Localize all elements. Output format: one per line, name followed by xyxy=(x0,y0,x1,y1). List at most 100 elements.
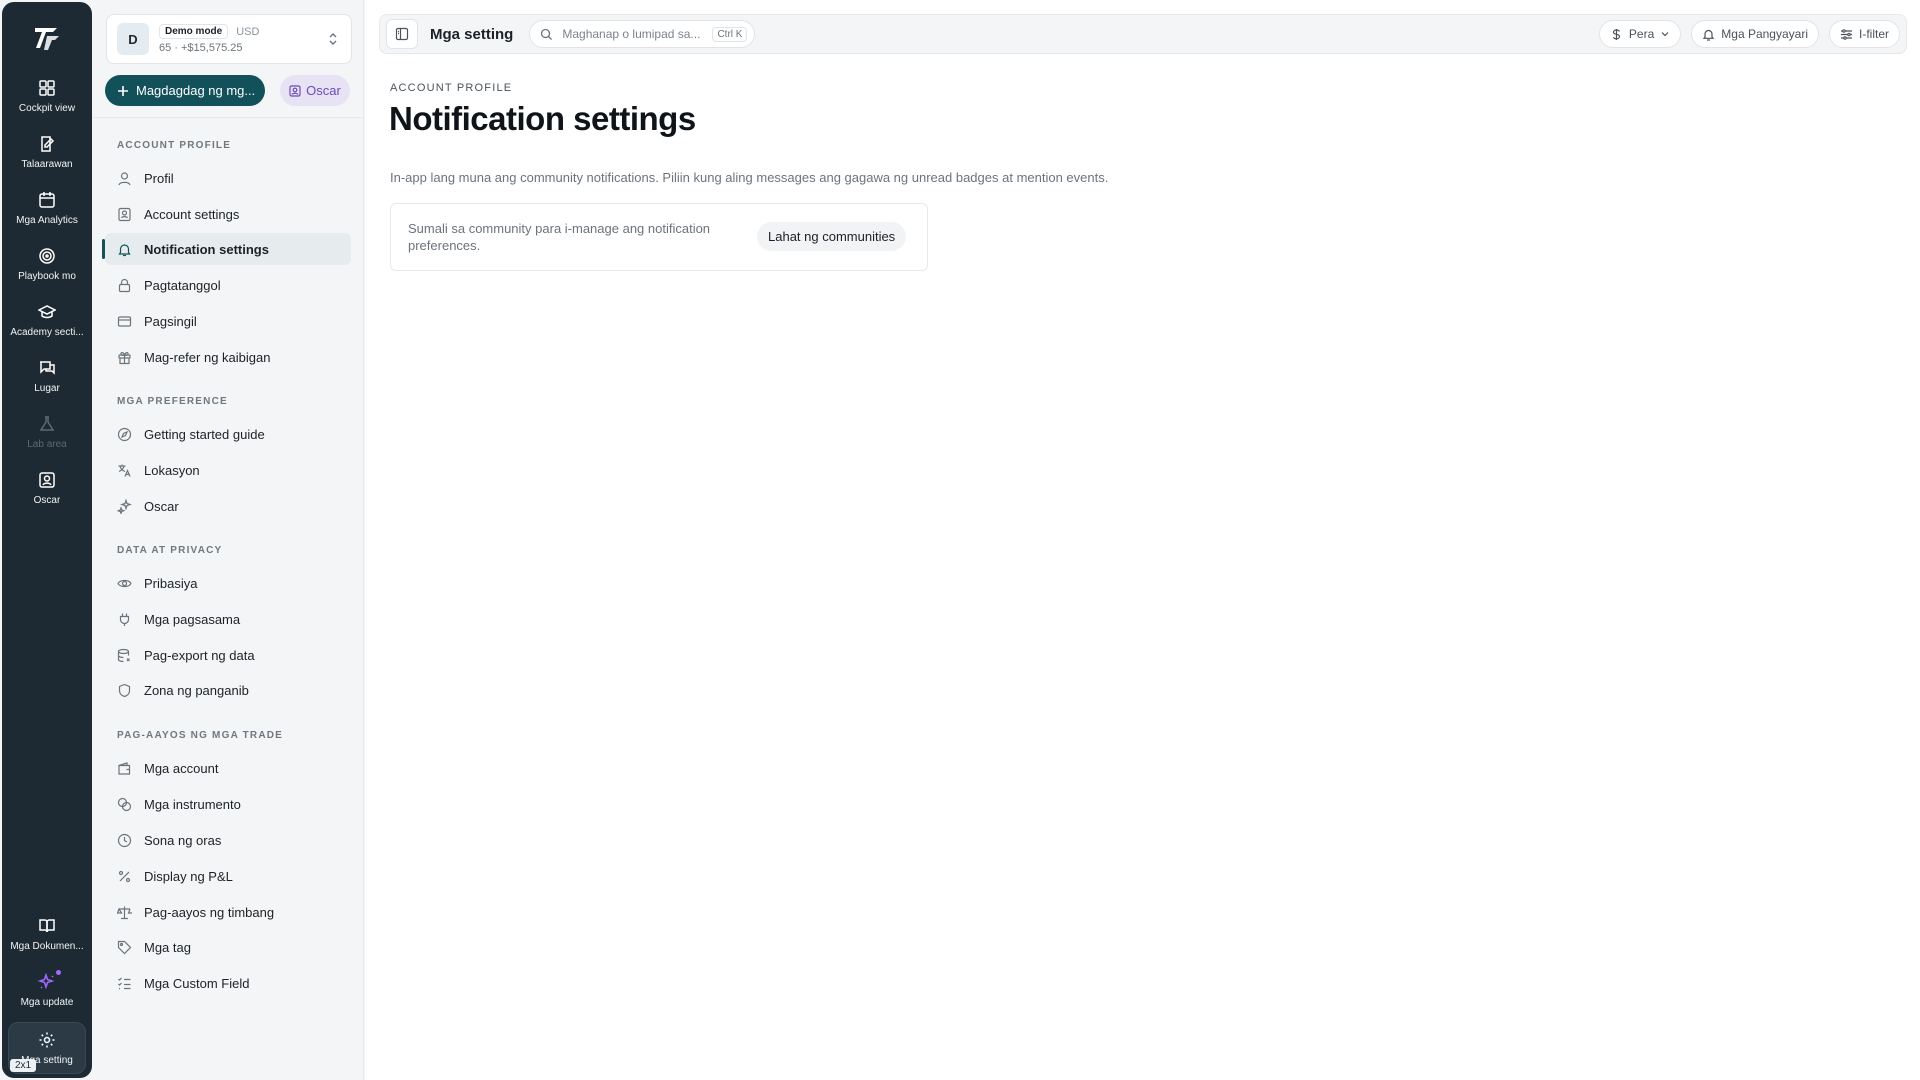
sidebar-item-oscar[interactable]: Oscar xyxy=(105,490,351,522)
top-bar-actions: Pera Mga Pangyayari I-filter xyxy=(1598,20,1900,48)
settings-sidebar: D Demo mode USD 65 · +$15,575.25 Magdagd… xyxy=(92,0,364,1080)
sidebar-item-time-zone[interactable]: Sona ng oras xyxy=(105,824,351,856)
gift-icon xyxy=(118,351,131,364)
sidebar-item-pribasiya[interactable]: Pribasiya xyxy=(105,567,351,599)
sidebar-item-label: Mga instrumento xyxy=(144,796,241,812)
sidebar-item-instruments[interactable]: Mga instrumento xyxy=(105,788,351,820)
rail-item-oscar[interactable]: Oscar xyxy=(4,460,90,516)
sidebar-item-label: Pag-aayos ng timbang xyxy=(144,904,275,920)
rail-item-playbook[interactable]: Playbook mo xyxy=(4,236,90,292)
demo-mode-badge: Demo mode xyxy=(159,24,229,39)
rail-item-lab-area[interactable]: Lab area xyxy=(4,404,90,460)
app-logo-icon[interactable] xyxy=(31,22,63,54)
sidebar-item-lokasyon[interactable]: Lokasyon xyxy=(105,454,351,486)
rail-item-label: Oscar xyxy=(33,494,61,506)
icon-rail: Cockpit view Talaarawan Mga Analytics Pl… xyxy=(2,2,92,1078)
sidebar-item-label: Display ng P&L xyxy=(144,868,233,884)
tag-icon xyxy=(117,940,132,954)
rail-item-label: Playbook mo xyxy=(18,270,76,282)
oscar-label: Oscar xyxy=(306,83,341,98)
all-communities-button[interactable]: Lahat ng communities xyxy=(757,222,907,251)
rail-item-analytics[interactable]: Mga Analytics xyxy=(4,180,90,236)
plus-icon xyxy=(118,85,128,96)
sidebar-item-pnl-display[interactable]: Display ng P&L xyxy=(105,860,351,892)
sidebar-divider xyxy=(92,117,364,118)
sidebar-item-notification-settings[interactable]: Notification settings xyxy=(102,233,351,265)
rail-item-updates[interactable]: Mga update xyxy=(4,962,90,1018)
search-input[interactable]: Maghanap o lumipad sa... Ctrl K xyxy=(529,20,756,48)
sidebar-item-data-export[interactable]: Pag-export ng data xyxy=(105,639,351,671)
database-export-icon xyxy=(117,648,130,662)
rail-item-label: Mga update xyxy=(20,996,74,1008)
sidebar-item-custom-fields[interactable]: Mga Custom Field xyxy=(105,967,351,999)
sidebar-item-danger-zone[interactable]: Zona ng panganib xyxy=(105,674,351,706)
page-description: In-app lang muna ang community notificat… xyxy=(390,170,1109,185)
wallet-icon xyxy=(118,761,131,775)
sidebar-item-label: Mag-refer ng kaibigan xyxy=(144,349,271,365)
flask-icon xyxy=(39,415,55,431)
scale-icon xyxy=(117,906,132,919)
events-button[interactable]: Mga Pangyayari xyxy=(1691,20,1819,48)
sidebar-item-pagtatanggol[interactable]: Pagtatanggol xyxy=(105,269,351,301)
rail-item-talaarawan[interactable]: Talaarawan xyxy=(4,124,90,180)
sidebar-item-account-settings[interactable]: Account settings xyxy=(105,198,351,230)
filter-button[interactable]: I-filter xyxy=(1829,20,1900,48)
sidebar-item-tags[interactable]: Mga tag xyxy=(105,931,351,963)
breadcrumb: ACCOUNT PROFILE xyxy=(390,82,513,94)
sidebar-toggle-button[interactable] xyxy=(386,19,418,49)
rail-item-academy[interactable]: Academy secti... xyxy=(4,292,90,348)
sidebar-item-getting-started[interactable]: Getting started guide xyxy=(105,418,351,450)
sidebar-item-pagsasama[interactable]: Mga pagsasama xyxy=(105,603,351,635)
rail-item-label: Talaarawan xyxy=(21,158,73,170)
oscar-icon xyxy=(289,84,301,97)
main-content: Mga setting Maghanap o lumipad sa... Ctr… xyxy=(365,0,1920,1080)
rail-item-lugar[interactable]: Lugar xyxy=(4,348,90,404)
sidebar-item-label: Mga pagsasama xyxy=(144,611,241,627)
events-label: Mga Pangyayari xyxy=(1721,27,1808,41)
chat-icon xyxy=(40,360,55,375)
sidebar-item-label: Getting started guide xyxy=(144,426,265,442)
page-header-title: Mga setting xyxy=(430,25,514,43)
graduation-cap-icon xyxy=(38,304,56,318)
search-icon xyxy=(541,28,553,40)
rail-item-cockpit-view[interactable]: Cockpit view xyxy=(4,68,90,124)
section-title-preference: MGA PREFERENCE xyxy=(117,396,228,407)
calendar-icon xyxy=(39,191,55,208)
coins-icon xyxy=(117,797,132,811)
oscar-button[interactable]: Oscar xyxy=(280,75,350,106)
rail-item-label: Mga Dokumen... xyxy=(10,940,84,952)
plug-icon xyxy=(119,613,130,626)
add-trade-label: Magdagdag ng mg... xyxy=(136,83,256,98)
filter-label: I-filter xyxy=(1859,27,1889,41)
sidebar-item-label: Pagtatanggol xyxy=(144,277,221,293)
journal-icon xyxy=(41,135,55,152)
search-placeholder: Maghanap o lumipad sa... xyxy=(562,27,701,41)
sidebar-item-label: Mga Custom Field xyxy=(144,975,250,991)
sidebar-item-pagsingil[interactable]: Pagsingil xyxy=(105,305,351,337)
credit-card-icon xyxy=(117,315,132,327)
sidebar-item-label: Pagsingil xyxy=(144,313,197,329)
chevron-up-down-icon xyxy=(329,33,337,45)
sidebar-item-profil[interactable]: Profil xyxy=(105,162,351,194)
sidebar-item-weight-settings[interactable]: Pag-aayos ng timbang xyxy=(105,896,351,928)
account-balance: 65 · +$15,575.25 xyxy=(159,42,243,54)
add-trade-button[interactable]: Magdagdag ng mg... xyxy=(105,75,265,106)
account-switcher[interactable]: D Demo mode USD 65 · +$15,575.25 xyxy=(106,14,352,64)
top-bar: Mga setting Maghanap o lumipad sa... Ctr… xyxy=(379,14,1907,54)
sidebar-item-accounts[interactable]: Mga account xyxy=(105,752,351,784)
rail-item-documentation[interactable]: Mga Dokumen... xyxy=(4,906,90,962)
sidebar-item-label: Pag-export ng data xyxy=(144,647,255,663)
rail-item-label: Lugar xyxy=(34,382,60,394)
sidebar-item-label: Notification settings xyxy=(144,241,269,257)
section-title-account-profile: ACCOUNT PROFILE xyxy=(117,140,232,151)
update-indicator xyxy=(38,969,61,997)
sparkles-icon xyxy=(117,498,132,514)
zoom-badge: 2x1 xyxy=(10,1059,37,1072)
sidebar-toggle-icon xyxy=(395,27,409,41)
rail-item-label: Cockpit view xyxy=(18,102,76,114)
sidebar-item-refer-friend[interactable]: Mag-refer ng kaibigan xyxy=(105,341,351,373)
sidebar-item-label: Mga tag xyxy=(144,939,191,955)
currency-dropdown[interactable]: Pera xyxy=(1598,20,1682,48)
dollar-icon xyxy=(1612,28,1621,40)
target-icon xyxy=(39,247,55,264)
